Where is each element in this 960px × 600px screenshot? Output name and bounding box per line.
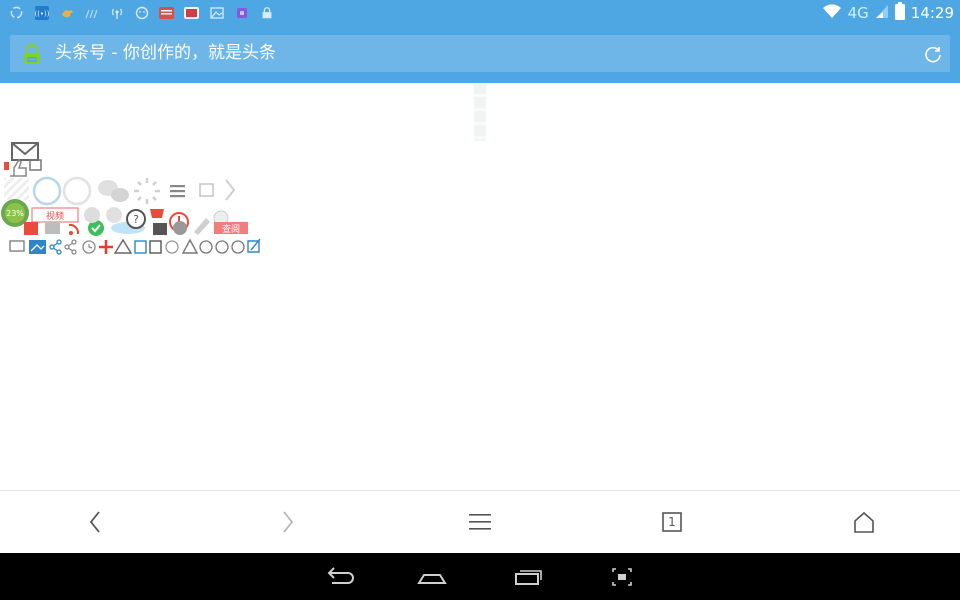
help-icon-4: [231, 240, 245, 254]
recent-apps-icon: [515, 570, 542, 585]
share-icon-gray: [64, 239, 77, 255]
battery-icon: [894, 2, 905, 24]
pencil-icon: [194, 218, 210, 235]
recent-apps-button[interactable]: [511, 564, 545, 590]
hotspot-icon: [108, 4, 125, 21]
share-icon-blue: [49, 239, 62, 255]
menu-button[interactable]: [465, 508, 495, 536]
tabs-button[interactable]: 1: [657, 508, 687, 536]
progress-badge-label: 23%: [6, 209, 24, 218]
address-bar[interactable]: 头条号 - 你创作的，就是头条: [10, 35, 950, 72]
red-tag-icon: [4, 162, 9, 170]
comment-icon: [29, 159, 42, 171]
notification-icons: ((•)): [8, 4, 275, 21]
screenshot-icon: [612, 568, 632, 586]
screenshot-button[interactable]: [605, 564, 639, 590]
forward-button[interactable]: [273, 508, 303, 536]
clock: 14:29: [910, 4, 954, 22]
loading-spinner-icon: [134, 178, 160, 204]
help-icon-2: [199, 240, 213, 254]
video-tag-label: 视频: [46, 210, 64, 222]
edit-icon: [247, 238, 261, 253]
uc-app-icon: [183, 4, 200, 21]
hamburger-menu-icon: [469, 514, 491, 530]
plus-icon: [99, 240, 113, 254]
refresh-icon[interactable]: [922, 43, 944, 65]
ring-icons: [32, 176, 92, 206]
help-icon-3: [215, 240, 229, 254]
sync-icon: [8, 4, 25, 21]
forward-arrow-icon: [283, 511, 294, 533]
expand-icon: [199, 183, 214, 197]
wifi-ap-icon: ((•)): [33, 4, 50, 21]
back-arrow-icon: [89, 511, 100, 533]
bird-icon: [58, 4, 75, 21]
dark-doc-icon: [153, 223, 167, 235]
network-type: 4G: [847, 4, 869, 22]
wifi-icon: [822, 3, 842, 23]
red-doc-icon: [24, 222, 38, 235]
system-navigation-bar: [0, 553, 960, 600]
report-tag-label: 查阅: [222, 223, 240, 235]
browser-header: 头条号 - 你创作的，就是头条: [0, 27, 960, 83]
home-icon: [854, 511, 874, 533]
purple-app-icon: [233, 4, 250, 21]
web-content: 23% 视频 ? 查阅: [0, 83, 960, 490]
tab-count: 1: [668, 515, 676, 529]
wechat-icon: [98, 180, 129, 202]
page-title[interactable]: 头条号 - 你创作的，就是头条: [55, 43, 276, 63]
cell-signal-icon: [875, 3, 889, 23]
comment-bubble-icon: [9, 240, 25, 252]
system-home-button[interactable]: [415, 564, 449, 590]
system-status: 4G 14:29: [822, 2, 954, 24]
secure-lock-icon[interactable]: [22, 43, 42, 65]
android-icon: [133, 4, 150, 21]
lock-icon: [258, 4, 275, 21]
broken-sprite-sheet: 23% 视频 ? 查阅: [1, 142, 261, 255]
mail-icon: [11, 142, 39, 161]
news-app-icon: [158, 4, 175, 21]
trash-icon-blue: [134, 240, 147, 254]
system-back-icon: [327, 567, 354, 584]
system-home-icon: [417, 574, 447, 584]
loading-placeholder-strip: [474, 83, 486, 141]
rss-icon: [68, 223, 80, 235]
trash-icon-gray: [149, 240, 162, 254]
help-icon-1: [165, 240, 179, 254]
image-icon: [208, 4, 225, 21]
svg-text:?: ?: [133, 213, 139, 226]
menu-lines-icon: [170, 185, 185, 198]
thumbs-up-icon: [10, 158, 27, 177]
warning-icon: [113, 238, 133, 254]
trophy-icon: [150, 209, 164, 218]
warning-icon-2: [181, 238, 199, 254]
back-button[interactable]: [80, 508, 110, 536]
chevron-right-icon: [225, 179, 236, 201]
close-circle-icon: [84, 207, 100, 223]
home-button[interactable]: [849, 508, 879, 536]
svg-text:((•)): ((•)): [34, 10, 49, 18]
placeholder-pattern: [4, 178, 29, 200]
signal-dim-icon: [83, 4, 100, 21]
system-back-button[interactable]: [321, 564, 355, 590]
status-bar: ((•)) 4G 14:29: [0, 0, 960, 27]
browser-toolbar: 1: [0, 490, 960, 553]
printer-icon: [45, 222, 60, 234]
